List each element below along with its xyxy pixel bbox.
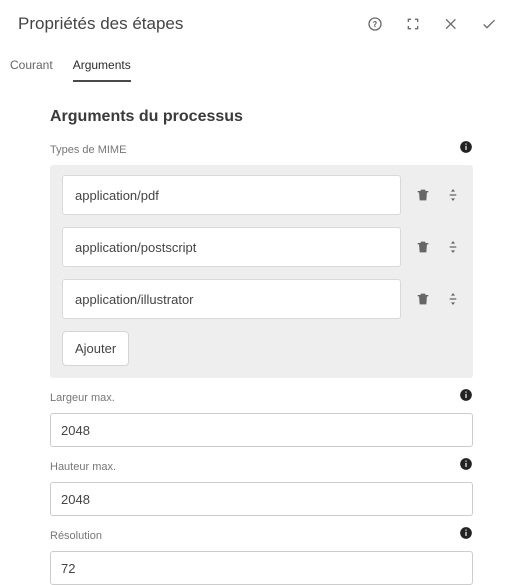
reorder-icon[interactable] [445, 239, 461, 255]
panel-title: Propriétés des étapes [18, 14, 367, 34]
help-icon[interactable] [367, 16, 383, 32]
resolution-input[interactable] [50, 551, 473, 585]
close-icon[interactable] [443, 16, 459, 32]
add-button[interactable]: Ajouter [62, 331, 129, 366]
reorder-icon[interactable] [445, 187, 461, 203]
max-width-label: Largeur max. [50, 392, 459, 404]
info-icon[interactable] [459, 388, 473, 407]
resolution-label: Résolution [50, 530, 459, 542]
step-properties-panel: Propriétés des étapes Courant Arguments … [0, 0, 513, 560]
tabs: Courant Arguments [0, 48, 513, 82]
mime-input[interactable] [62, 227, 401, 267]
trash-icon[interactable] [415, 187, 431, 203]
tab-arguments[interactable]: Arguments [73, 54, 131, 82]
tab-current[interactable]: Courant [10, 54, 53, 82]
mime-label-row: Types de MIME [50, 140, 473, 159]
info-icon[interactable] [459, 140, 473, 159]
max-height-input[interactable] [50, 482, 473, 516]
info-icon[interactable] [459, 457, 473, 476]
trash-icon[interactable] [415, 239, 431, 255]
section-title: Arguments du processus [50, 108, 473, 126]
content: Arguments du processus Types de MIME [0, 82, 513, 585]
mime-row [62, 175, 461, 215]
mime-input[interactable] [62, 279, 401, 319]
fullscreen-icon[interactable] [405, 16, 421, 32]
header: Propriétés des étapes [0, 0, 513, 48]
height-label-row: Hauteur max. [50, 457, 473, 476]
reorder-icon[interactable] [445, 291, 461, 307]
mime-types-group: Ajouter [50, 165, 473, 378]
width-label-row: Largeur max. [50, 388, 473, 407]
confirm-icon[interactable] [481, 16, 497, 32]
mime-row [62, 279, 461, 319]
mime-row [62, 227, 461, 267]
trash-icon[interactable] [415, 291, 431, 307]
max-width-input[interactable] [50, 413, 473, 447]
mime-input[interactable] [62, 175, 401, 215]
mime-types-label: Types de MIME [50, 144, 459, 156]
info-icon[interactable] [459, 526, 473, 545]
header-actions [367, 16, 497, 32]
resolution-label-row: Résolution [50, 526, 473, 545]
max-height-label: Hauteur max. [50, 461, 459, 473]
